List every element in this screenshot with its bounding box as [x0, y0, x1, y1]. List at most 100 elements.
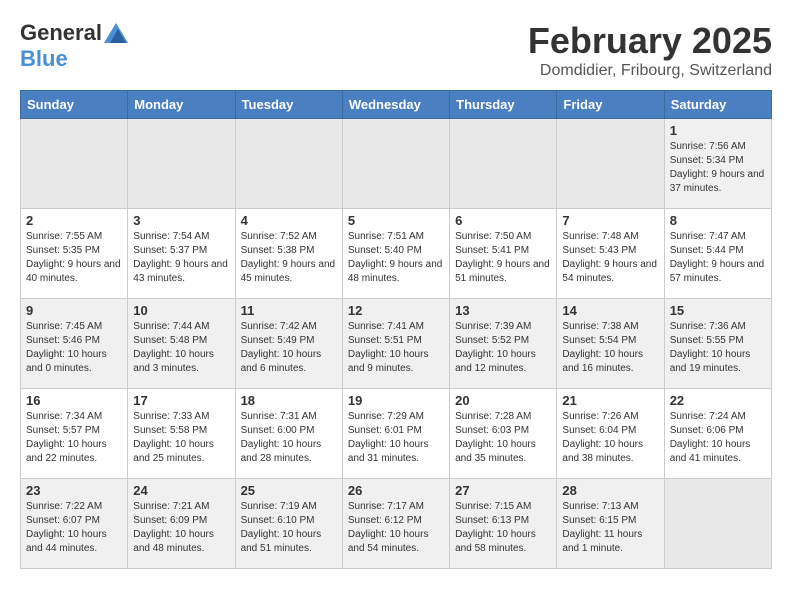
calendar-cell: 19 Sunrise: 7:29 AM Sunset: 6:01 PM Dayli…: [342, 389, 449, 479]
week-row-4: 16 Sunrise: 7:34 AM Sunset: 5:57 PM Dayli…: [21, 389, 772, 479]
calendar-cell: 8 Sunrise: 7:47 AM Sunset: 5:44 PM Daylig…: [664, 209, 771, 299]
day-number: 28: [562, 483, 658, 498]
page-header: General Blue February 2025 Domdidier, Fr…: [20, 20, 772, 80]
calendar-table: SundayMondayTuesdayWednesdayThursdayFrid…: [20, 90, 772, 569]
calendar-cell: 25Sunrise: 7:19 AM Sunset: 6:10 PM Dayli…: [235, 479, 342, 569]
weekday-header-row: SundayMondayTuesdayWednesdayThursdayFrid…: [21, 91, 772, 119]
day-info: Sunrise: 7:29 AM Sunset: 6:01 PM Dayligh…: [348, 410, 444, 466]
day-info: Sunrise: 7:50 AM Sunset: 5:41 PM Dayligh…: [455, 230, 551, 286]
day-info: Sunrise: 7:54 AM Sunset: 5:37 PM Dayligh…: [133, 230, 229, 286]
calendar-cell: 24 Sunrise: 7:21 AM Sunset: 6:09 PM Dayli…: [128, 479, 235, 569]
day-number: 1: [670, 123, 766, 138]
day-number: 10: [133, 303, 229, 318]
day-info: Sunrise: 7:47 AM Sunset: 5:44 PM Dayligh…: [670, 230, 766, 286]
day-number: 27: [455, 483, 551, 498]
calendar-cell: 21 Sunrise: 7:26 AM Sunset: 6:04 PM Dayli…: [557, 389, 664, 479]
day-number: 3: [133, 213, 229, 228]
header-wednesday: Wednesday: [342, 91, 449, 119]
day-info: Sunrise: 7:15 AM Sunset: 6:13 PM Dayligh…: [455, 500, 551, 556]
day-info: Sunrise: 7:31 AM Sunset: 6:00 PM Dayligh…: [241, 410, 337, 466]
calendar-cell: 28 Sunrise: 7:13 AM Sunset: 6:15 PM Dayli…: [557, 479, 664, 569]
calendar-cell: 3 Sunrise: 7:54 AM Sunset: 5:37 PM Daylig…: [128, 209, 235, 299]
day-number: 12: [348, 303, 444, 318]
day-number: 4: [241, 213, 337, 228]
calendar-cell: 26Sunrise: 7:17 AM Sunset: 6:12 PM Dayli…: [342, 479, 449, 569]
week-row-3: 9Sunrise: 7:45 AM Sunset: 5:46 PM Daylig…: [21, 299, 772, 389]
day-number: 9: [26, 303, 122, 318]
day-info: Sunrise: 7:28 AM Sunset: 6:03 PM Dayligh…: [455, 410, 551, 466]
day-number: 13: [455, 303, 551, 318]
title-block: February 2025 Domdidier, Fribourg, Switz…: [528, 20, 772, 80]
day-info: Sunrise: 7:56 AM Sunset: 5:34 PM Dayligh…: [670, 140, 766, 196]
calendar-cell: 6 Sunrise: 7:50 AM Sunset: 5:41 PM Daylig…: [450, 209, 557, 299]
day-number: 21: [562, 393, 658, 408]
calendar-cell: 10 Sunrise: 7:44 AM Sunset: 5:48 PM Dayli…: [128, 299, 235, 389]
day-info: Sunrise: 7:38 AM Sunset: 5:54 PM Dayligh…: [562, 320, 658, 376]
day-info: Sunrise: 7:22 AM Sunset: 6:07 PM Dayligh…: [26, 500, 122, 556]
day-number: 16: [26, 393, 122, 408]
day-number: 23: [26, 483, 122, 498]
day-number: 14: [562, 303, 658, 318]
week-row-5: 23 Sunrise: 7:22 AM Sunset: 6:07 PM Dayli…: [21, 479, 772, 569]
header-sunday: Sunday: [21, 91, 128, 119]
day-info: Sunrise: 7:34 AM Sunset: 5:57 PM Dayligh…: [26, 410, 122, 466]
calendar-cell: 22 Sunrise: 7:24 AM Sunset: 6:06 PM Dayli…: [664, 389, 771, 479]
day-info: Sunrise: 7:51 AM Sunset: 5:40 PM Dayligh…: [348, 230, 444, 286]
calendar-cell: 4 Sunrise: 7:52 AM Sunset: 5:38 PM Daylig…: [235, 209, 342, 299]
day-info: Sunrise: 7:36 AM Sunset: 5:55 PM Dayligh…: [670, 320, 766, 376]
logo-icon: [104, 23, 128, 43]
day-number: 20: [455, 393, 551, 408]
day-number: 6: [455, 213, 551, 228]
header-saturday: Saturday: [664, 91, 771, 119]
calendar-cell: 18Sunrise: 7:31 AM Sunset: 6:00 PM Dayli…: [235, 389, 342, 479]
day-info: Sunrise: 7:48 AM Sunset: 5:43 PM Dayligh…: [562, 230, 658, 286]
day-number: 5: [348, 213, 444, 228]
logo-blue-text: Blue: [20, 46, 68, 72]
day-info: Sunrise: 7:33 AM Sunset: 5:58 PM Dayligh…: [133, 410, 229, 466]
calendar-cell: 2Sunrise: 7:55 AM Sunset: 5:35 PM Daylig…: [21, 209, 128, 299]
day-info: Sunrise: 7:24 AM Sunset: 6:06 PM Dayligh…: [670, 410, 766, 466]
calendar-cell: 15 Sunrise: 7:36 AM Sunset: 5:55 PM Dayli…: [664, 299, 771, 389]
day-number: 25: [241, 483, 337, 498]
day-number: 17: [133, 393, 229, 408]
day-info: Sunrise: 7:26 AM Sunset: 6:04 PM Dayligh…: [562, 410, 658, 466]
month-title: February 2025: [528, 20, 772, 62]
calendar-cell: 5 Sunrise: 7:51 AM Sunset: 5:40 PM Daylig…: [342, 209, 449, 299]
day-number: 22: [670, 393, 766, 408]
day-info: Sunrise: 7:52 AM Sunset: 5:38 PM Dayligh…: [241, 230, 337, 286]
day-info: Sunrise: 7:21 AM Sunset: 6:09 PM Dayligh…: [133, 500, 229, 556]
calendar-cell: [21, 119, 128, 209]
location-title: Domdidier, Fribourg, Switzerland: [528, 62, 772, 80]
week-row-1: 1 Sunrise: 7:56 AM Sunset: 5:34 PM Daylig…: [21, 119, 772, 209]
week-row-2: 2Sunrise: 7:55 AM Sunset: 5:35 PM Daylig…: [21, 209, 772, 299]
day-number: 7: [562, 213, 658, 228]
calendar-cell: 13 Sunrise: 7:39 AM Sunset: 5:52 PM Dayli…: [450, 299, 557, 389]
header-friday: Friday: [557, 91, 664, 119]
day-number: 19: [348, 393, 444, 408]
calendar-cell: 23 Sunrise: 7:22 AM Sunset: 6:07 PM Dayli…: [21, 479, 128, 569]
header-tuesday: Tuesday: [235, 91, 342, 119]
header-monday: Monday: [128, 91, 235, 119]
calendar-cell: 9Sunrise: 7:45 AM Sunset: 5:46 PM Daylig…: [21, 299, 128, 389]
day-info: Sunrise: 7:39 AM Sunset: 5:52 PM Dayligh…: [455, 320, 551, 376]
day-info: Sunrise: 7:13 AM Sunset: 6:15 PM Dayligh…: [562, 500, 658, 556]
day-number: 15: [670, 303, 766, 318]
calendar-cell: 16 Sunrise: 7:34 AM Sunset: 5:57 PM Dayli…: [21, 389, 128, 479]
calendar-cell: 27 Sunrise: 7:15 AM Sunset: 6:13 PM Dayli…: [450, 479, 557, 569]
day-number: 26: [348, 483, 444, 498]
day-number: 24: [133, 483, 229, 498]
day-info: Sunrise: 7:41 AM Sunset: 5:51 PM Dayligh…: [348, 320, 444, 376]
calendar-cell: 20 Sunrise: 7:28 AM Sunset: 6:03 PM Dayli…: [450, 389, 557, 479]
day-info: Sunrise: 7:55 AM Sunset: 5:35 PM Dayligh…: [26, 230, 122, 286]
day-info: Sunrise: 7:42 AM Sunset: 5:49 PM Dayligh…: [241, 320, 337, 376]
header-thursday: Thursday: [450, 91, 557, 119]
day-number: 11: [241, 303, 337, 318]
day-number: 8: [670, 213, 766, 228]
calendar-cell: 11 Sunrise: 7:42 AM Sunset: 5:49 PM Dayli…: [235, 299, 342, 389]
day-info: Sunrise: 7:44 AM Sunset: 5:48 PM Dayligh…: [133, 320, 229, 376]
calendar-cell: 12 Sunrise: 7:41 AM Sunset: 5:51 PM Dayli…: [342, 299, 449, 389]
calendar-cell: [664, 479, 771, 569]
calendar-cell: 1 Sunrise: 7:56 AM Sunset: 5:34 PM Daylig…: [664, 119, 771, 209]
calendar-cell: 17 Sunrise: 7:33 AM Sunset: 5:58 PM Dayli…: [128, 389, 235, 479]
calendar-cell: [128, 119, 235, 209]
